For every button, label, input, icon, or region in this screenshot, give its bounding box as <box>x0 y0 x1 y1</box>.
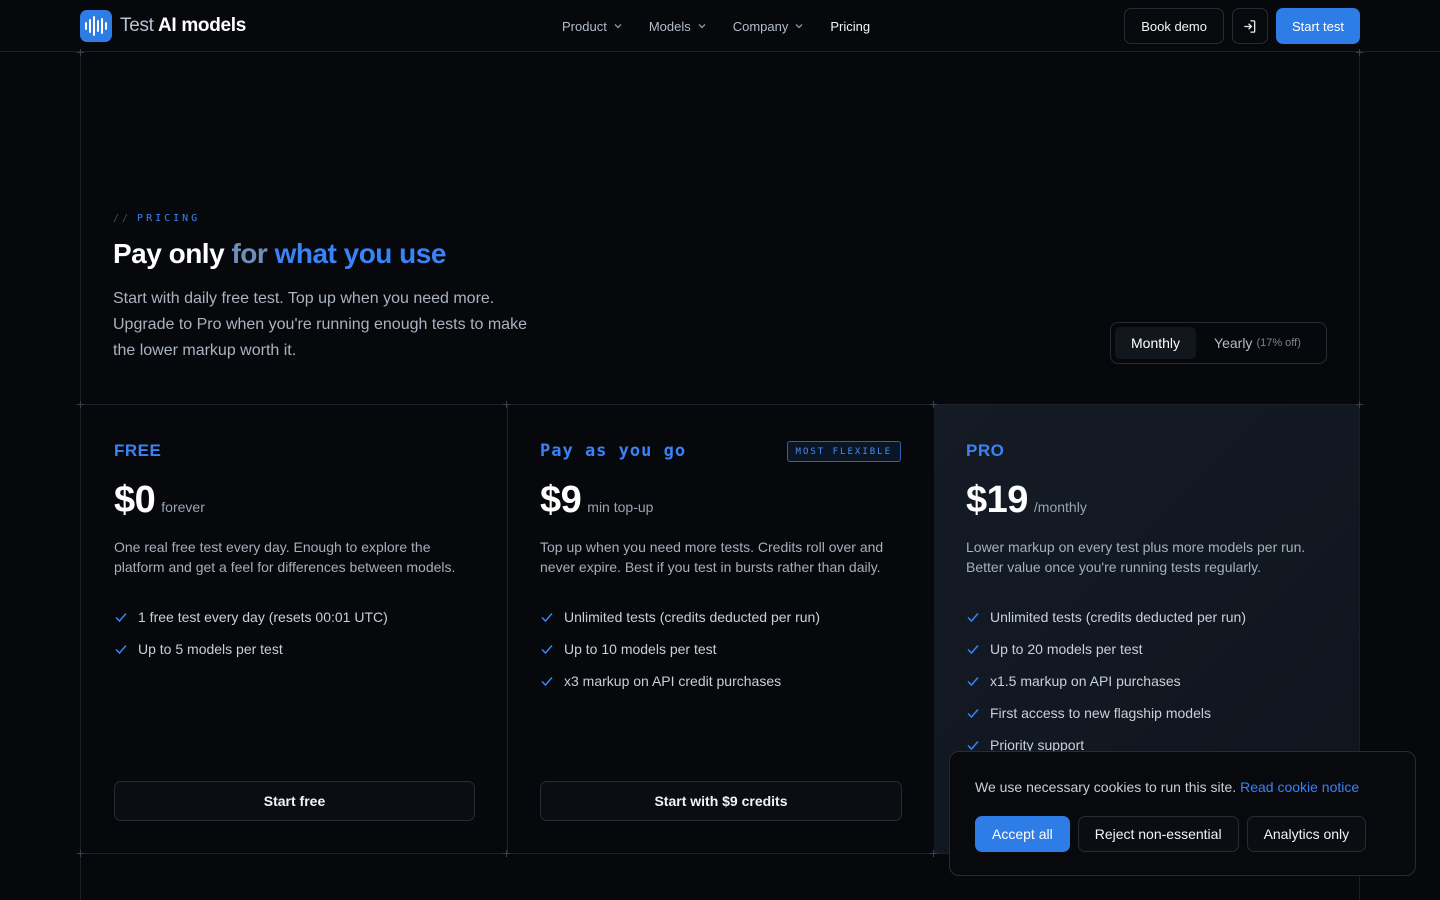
start-with-credits-button[interactable]: Start with $9 credits <box>540 781 902 821</box>
check-icon <box>115 613 127 623</box>
check-icon <box>115 645 127 655</box>
feature-item: Up to 20 models per test <box>966 633 1246 665</box>
plan-features: 1 free test every day (resets 00:01 UTC)… <box>114 601 388 665</box>
billing-yearly-option[interactable]: Yearly (17% off) <box>1198 327 1317 359</box>
nav-pricing-label: Pricing <box>830 18 871 34</box>
cookie-banner: We use necessary cookies to run this sit… <box>949 751 1416 876</box>
cookie-message: We use necessary cookies to run this sit… <box>975 779 1360 795</box>
plan-description: Top up when you need more tests. Credits… <box>540 539 884 575</box>
reject-non-essential-button[interactable]: Reject non-essential <box>1077 816 1239 852</box>
feature-item: Unlimited tests (credits deducted per ru… <box>966 601 1246 633</box>
login-button[interactable] <box>1231 8 1268 44</box>
book-demo-button[interactable]: Book demo <box>1124 8 1224 44</box>
start-test-button[interactable]: Start test <box>1275 8 1360 44</box>
check-icon <box>541 613 553 623</box>
plan-features: Unlimited tests (credits deducted per ru… <box>540 601 820 697</box>
plan-features: Unlimited tests (credits deducted per ru… <box>966 601 1246 761</box>
feature-item: First access to new flagship models <box>966 697 1246 729</box>
page-subtitle: Start with daily free test. Top up when … <box>113 290 527 359</box>
plan-price: $9 min top-up <box>540 479 654 521</box>
nav-models[interactable]: Models <box>649 19 707 34</box>
plan-price: $0 forever <box>114 479 205 521</box>
frame-corner <box>1356 49 1363 56</box>
plan-name: FREE <box>114 441 162 460</box>
check-icon <box>967 613 979 623</box>
feature-item: x1.5 markup on API purchases <box>966 665 1246 697</box>
check-icon <box>967 645 979 655</box>
sign-in-icon <box>1244 19 1256 33</box>
billing-monthly-option[interactable]: Monthly <box>1115 327 1197 359</box>
plan-description: Lower markup on every test plus more mod… <box>966 539 1306 575</box>
nav-product[interactable]: Product <box>562 19 623 34</box>
analytics-only-button[interactable]: Analytics only <box>1246 816 1367 852</box>
plan-card-payg: Pay as you go MOST FLEXIBLE $9 min top-up… <box>507 405 933 853</box>
feature-item: Unlimited tests (credits deducted per ru… <box>540 601 820 633</box>
check-icon <box>967 709 979 719</box>
plan-name: Pay as you go <box>540 441 687 461</box>
plan-description: One real free test every day. Enough to … <box>114 539 456 575</box>
billing-toggle: Monthly Yearly (17% off) <box>1110 322 1327 364</box>
check-icon <box>541 645 553 655</box>
card-divider <box>507 405 508 853</box>
most-flexible-badge: MOST FLEXIBLE <box>786 441 901 462</box>
nav-company-label: Company <box>732 18 789 34</box>
nav-models-label: Models <box>648 18 691 34</box>
chevron-down-icon <box>698 24 706 29</box>
waveform-icon <box>80 10 112 42</box>
brand-name: Test AI models <box>120 15 247 36</box>
page-title: Pay only for what you use <box>113 238 446 269</box>
check-icon <box>967 677 979 687</box>
nav-product-label: Product <box>562 18 607 34</box>
header-actions: Book demo Start test <box>1124 8 1360 44</box>
chevron-down-icon <box>614 24 622 29</box>
check-icon <box>541 677 553 687</box>
feature-item: x3 markup on API credit purchases <box>540 665 820 697</box>
frame-corner <box>77 49 84 56</box>
plan-price: $19/monthly <box>966 479 1087 521</box>
chevron-down-icon <box>795 24 803 29</box>
plan-name: PRO <box>966 441 1005 460</box>
accept-all-button[interactable]: Accept all <box>975 816 1070 852</box>
brand-logo[interactable]: Test AI models <box>80 10 246 42</box>
cookie-actions: Accept all Reject non-essential Analytic… <box>975 816 1367 852</box>
start-free-button[interactable]: Start free <box>114 781 475 821</box>
nav-pricing[interactable]: Pricing <box>830 19 870 34</box>
feature-item: Up to 5 models per test <box>114 633 388 665</box>
main-nav: Product Models Company Pricing <box>562 0 870 52</box>
site-header: Test AI models Product Models Company Pr… <box>0 0 1440 52</box>
section-eyebrow: //PRICING <box>113 213 201 224</box>
nav-company[interactable]: Company <box>733 19 805 34</box>
feature-item: 1 free test every day (resets 00:01 UTC) <box>114 601 388 633</box>
feature-item: Up to 10 models per test <box>540 633 820 665</box>
plan-card-free: FREE $0 forever One real free test every … <box>81 405 507 853</box>
cookie-notice-link[interactable]: Read cookie notice <box>1240 779 1359 795</box>
check-icon <box>967 741 979 751</box>
